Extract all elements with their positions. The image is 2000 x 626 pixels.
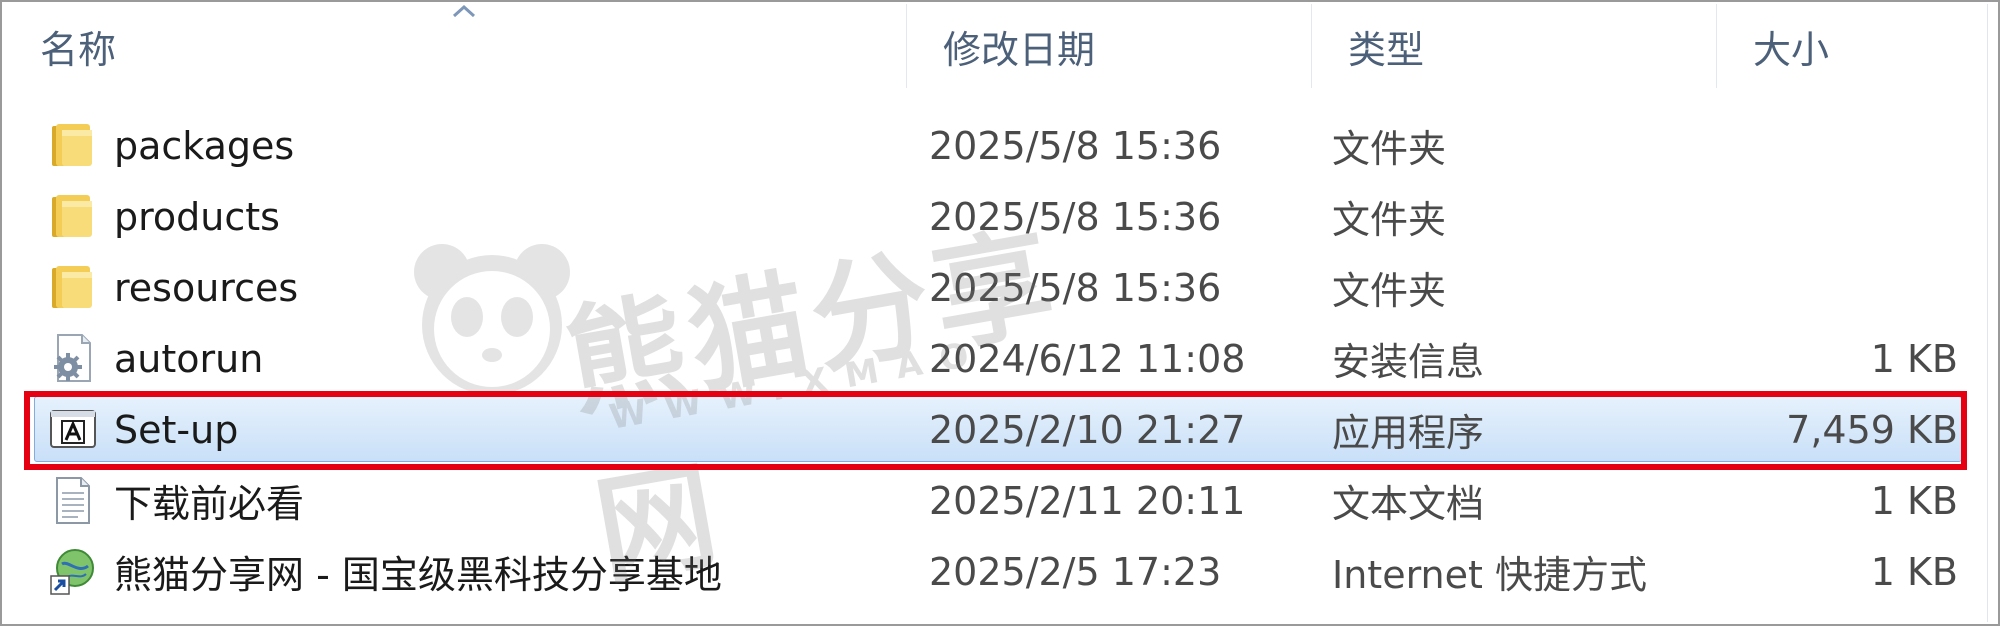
column-header-bar: 名称 修改日期 类型 大小: [4, 4, 1994, 88]
column-header-size-label: 大小: [1753, 27, 1830, 72]
file-modified: 2024/6/12 11:08: [929, 336, 1246, 381]
file-row-set-up[interactable]: Set-up 2025/2/10 21:27 应用程序 7,459 KB: [4, 394, 1984, 465]
folder-icon: [52, 124, 92, 166]
text-file-icon: [56, 477, 90, 524]
file-name: Set-up: [114, 407, 239, 452]
file-explorer-window: 名称 修改日期 类型 大小 packages 2025/5/8 15:36 文件…: [0, 0, 2000, 626]
file-name: 熊猫分享网 - 国宝级黑科技分享基地: [114, 553, 722, 597]
file-type: 应用程序: [1332, 411, 1485, 455]
folder-icon: [52, 266, 92, 308]
file-modified: 2025/2/5 17:23: [929, 549, 1222, 594]
column-header-modified[interactable]: 修改日期: [906, 4, 1311, 88]
file-type: 文件夹: [1332, 269, 1447, 313]
file-name: products: [114, 194, 280, 239]
file-modified: 2025/5/8 15:36: [929, 123, 1222, 168]
file-type: Internet 快捷方式: [1332, 553, 1647, 597]
column-header-name-label: 名称: [40, 27, 117, 72]
file-row-shortcut[interactable]: 熊猫分享网 - 国宝级黑科技分享基地 2025/2/5 17:23 Intern…: [4, 536, 1984, 607]
file-modified: 2025/5/8 15:36: [929, 265, 1222, 310]
file-size: 7,459 KB: [1786, 407, 1958, 452]
file-list: packages 2025/5/8 15:36 文件夹 products 202…: [4, 110, 1984, 607]
file-row-autorun[interactable]: autorun 2024/6/12 11:08 安装信息 1 KB: [4, 323, 1984, 394]
column-header-type[interactable]: 类型: [1311, 4, 1716, 88]
column-header-name[interactable]: 名称: [4, 4, 906, 88]
file-size: 1 KB: [1870, 549, 1958, 594]
file-row-resources[interactable]: resources 2025/5/8 15:36 文件夹: [4, 252, 1984, 323]
file-name: 下载前必看: [114, 482, 305, 526]
column-header-type-label: 类型: [1348, 27, 1425, 72]
file-type: 文件夹: [1332, 127, 1447, 171]
internet-shortcut-icon: [50, 549, 94, 595]
file-row-packages[interactable]: packages 2025/5/8 15:36 文件夹: [4, 110, 1984, 181]
file-modified: 2025/2/10 21:27: [929, 407, 1246, 452]
column-header-size[interactable]: 大小: [1716, 4, 1994, 88]
settings-file-icon: [54, 334, 91, 382]
file-type: 文件夹: [1332, 198, 1447, 242]
file-row-products[interactable]: products 2025/5/8 15:36 文件夹: [4, 181, 1984, 252]
scrollbar-edge: [1987, 4, 1988, 622]
file-type: 安装信息: [1332, 340, 1485, 384]
file-modified: 2025/5/8 15:36: [929, 194, 1222, 239]
file-size: 1 KB: [1870, 478, 1958, 523]
file-size: 1 KB: [1870, 336, 1958, 381]
file-name: packages: [114, 123, 295, 168]
file-modified: 2025/2/11 20:11: [929, 478, 1246, 523]
column-header-modified-label: 修改日期: [943, 27, 1096, 72]
file-type: 文本文档: [1332, 482, 1485, 526]
file-name: autorun: [114, 336, 264, 381]
file-row-readme[interactable]: 下载前必看 2025/2/11 20:11 文本文档 1 KB: [4, 465, 1984, 536]
folder-icon: [52, 195, 92, 237]
adobe-app-icon: [50, 410, 96, 448]
file-name: resources: [114, 265, 299, 310]
